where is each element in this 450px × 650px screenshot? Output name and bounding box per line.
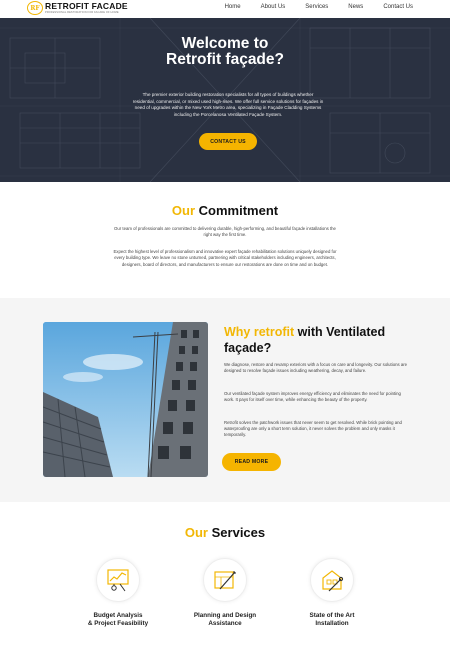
service-label-line2: Installation (315, 620, 349, 627)
why-retrofit-title: Why retrofit with Ventilated façade? (224, 325, 386, 355)
hero-description: The premier exterior building restoratio… (132, 92, 324, 117)
logo-mark-icon: RF (27, 1, 43, 15)
why-paragraph-3: Retrofit solves the patchwork issues tha… (224, 420, 402, 438)
nav-news[interactable]: News (348, 4, 363, 10)
commitment-title: Our Commitment (171, 203, 279, 218)
nav-contact-us[interactable]: Contact Us (383, 4, 413, 10)
service-label-line1: State of the Art (309, 612, 355, 619)
nav-services[interactable]: Services (305, 4, 328, 10)
building-photo (43, 322, 208, 477)
budget-chart-icon (107, 569, 129, 592)
hero-title-line2: Retrofit façade? (166, 51, 284, 68)
commitment-paragraph-2: Expect the highest level of professional… (113, 249, 337, 267)
main-nav: Home About Us Services News Contact Us (225, 4, 413, 10)
site-logo[interactable]: RF RETROFIT FACADE PROFESSIONAL RESTORAT… (27, 1, 128, 15)
why-paragraph-2: Our ventilated façade system improves en… (224, 391, 401, 403)
installation-icon (322, 570, 344, 592)
services-title: Our Services (184, 525, 266, 540)
service-label-line2: & Project Feasibility (87, 620, 149, 627)
nav-home[interactable]: Home (225, 4, 241, 10)
service-label-line1: Budget Analysis (93, 612, 143, 619)
why-paragraph-1: We diagnose, restore and revamp exterior… (224, 362, 408, 374)
service-label-line1: Planning and Design (193, 612, 257, 619)
site-header: RF RETROFIT FACADE PROFESSIONAL RESTORAT… (0, 0, 450, 18)
service-label-line2: Assistance (208, 620, 242, 627)
nav-about-us[interactable]: About Us (261, 4, 286, 10)
hero-title-line1: Welcome to (181, 35, 269, 52)
logo-tagline: PROFESSIONAL RESTORATION FOR FACADE OF H… (45, 11, 119, 14)
logo-title: RETROFIT FACADE (45, 1, 128, 11)
contact-us-button[interactable]: CONTACT US (199, 133, 257, 150)
read-more-button[interactable]: READ MORE (222, 453, 281, 471)
commitment-paragraph-1: Our team of professionals are committed … (114, 226, 336, 238)
planning-design-icon (214, 571, 236, 590)
